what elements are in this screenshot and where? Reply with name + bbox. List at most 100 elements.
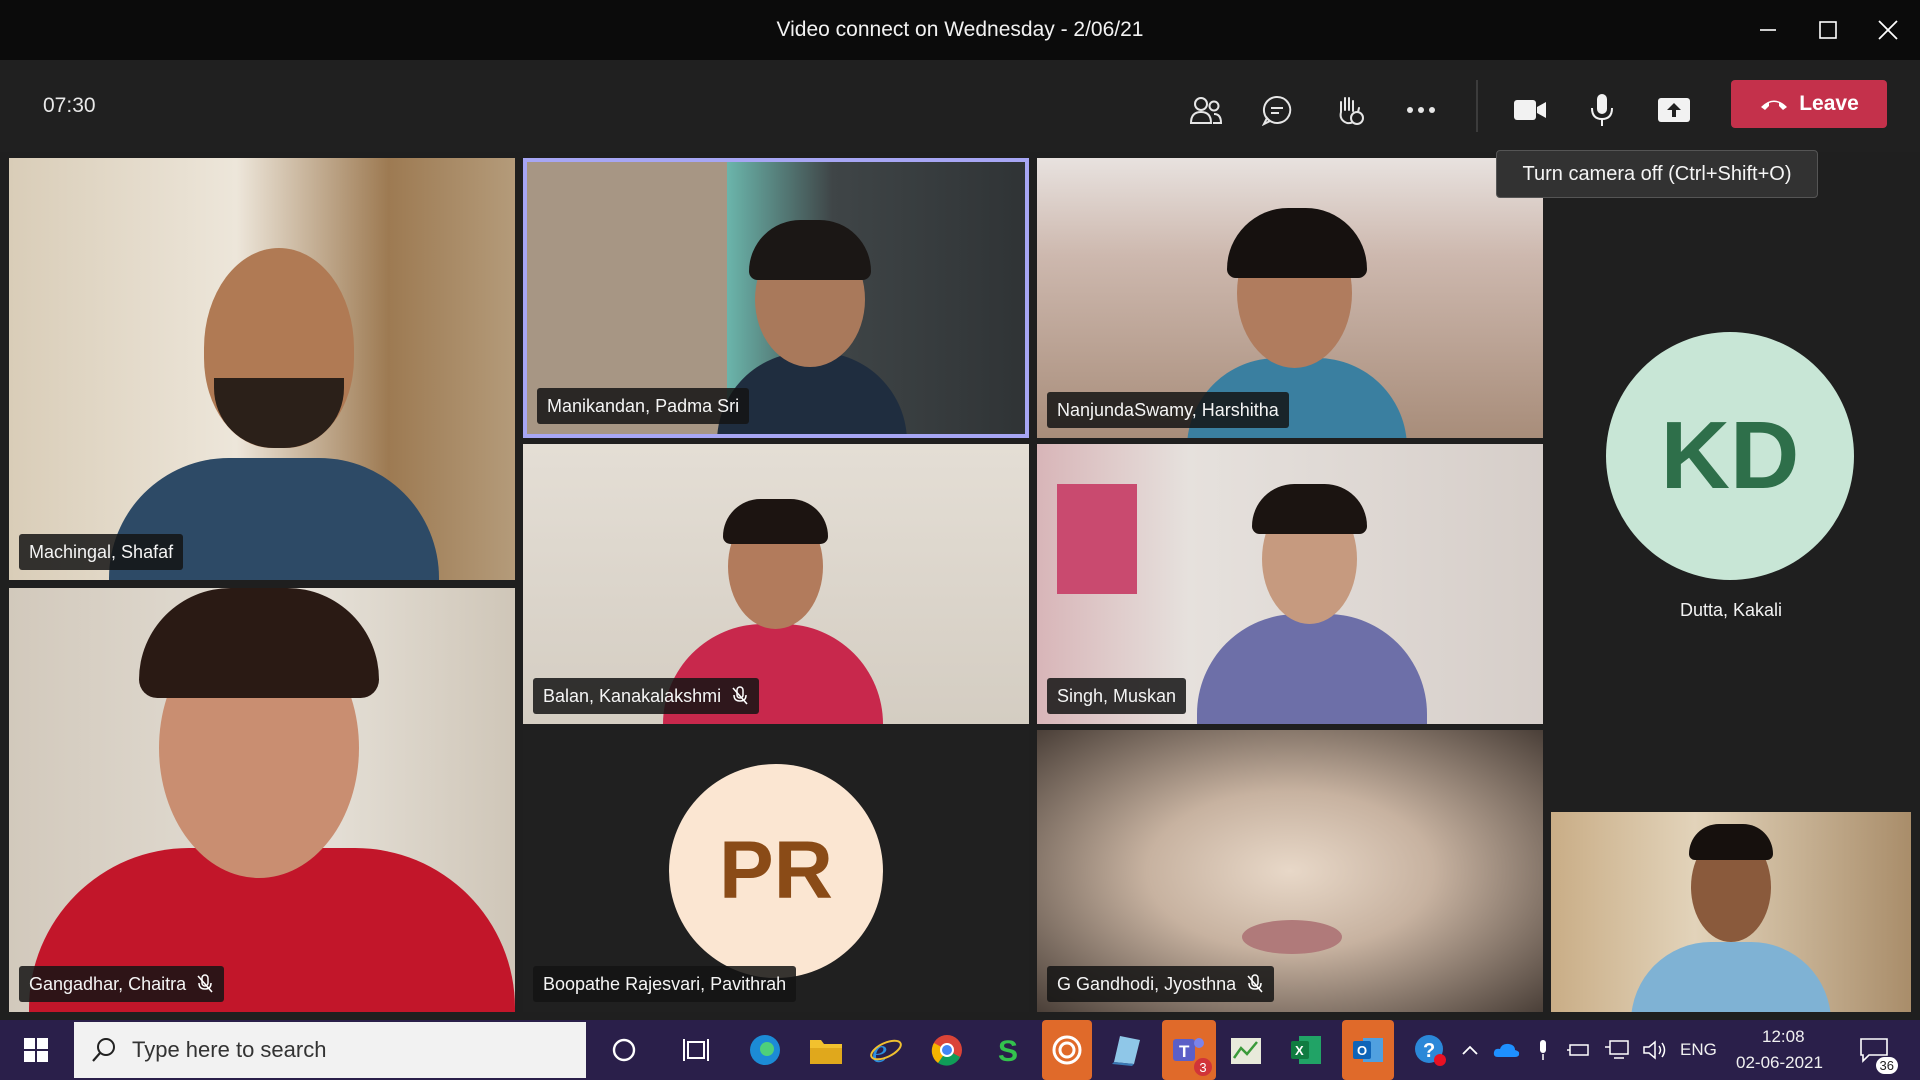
- camera-button[interactable]: [1502, 82, 1558, 138]
- video-wall-shelf: [1057, 484, 1137, 594]
- book-icon: [1112, 1036, 1140, 1066]
- participant-name: Gangadhar, Chaitra: [29, 973, 187, 994]
- taskbar-teams[interactable]: T 3: [1162, 1020, 1216, 1080]
- participant-tile-avatar[interactable]: PR Boopathe Rajesvari, Pavithrah: [523, 730, 1029, 1012]
- participant-tile[interactable]: NanjundaSwamy, Harshitha: [1037, 158, 1543, 438]
- taskbar-app-s[interactable]: S: [987, 1030, 1027, 1070]
- share-screen-button[interactable]: [1646, 82, 1702, 138]
- green-s-app-icon: S: [998, 1035, 1018, 1067]
- taskbar-search-box[interactable]: Type here to search: [74, 1022, 586, 1078]
- cortana-icon: [612, 1038, 636, 1062]
- start-button[interactable]: [16, 1030, 56, 1070]
- svg-text:?: ?: [1423, 1040, 1435, 1062]
- reactions-button[interactable]: [1321, 82, 1377, 138]
- close-button[interactable]: [1858, 0, 1918, 60]
- tray-mic[interactable]: [1528, 1030, 1558, 1070]
- participant-tile[interactable]: Machingal, Shafaf: [9, 158, 515, 580]
- onedrive-cloud-icon: [1493, 1043, 1520, 1057]
- participant-name-tag: Machingal, Shafaf: [19, 534, 184, 570]
- taskbar-internet-explorer[interactable]: e: [866, 1030, 906, 1070]
- chrome-icon: [931, 1035, 962, 1066]
- help-icon: ?: [1415, 1035, 1446, 1066]
- microphone-icon: [1591, 94, 1613, 126]
- svg-text:O: O: [1357, 1043, 1367, 1058]
- taskbar-outlook[interactable]: O: [1342, 1020, 1394, 1080]
- tray-volume[interactable]: [1638, 1030, 1672, 1070]
- participant-tile[interactable]: Balan, Kanakalakshmi: [523, 444, 1029, 724]
- taskbar: Type here to search e S T 3 X O ? ENG 12…: [0, 1020, 1920, 1080]
- taskbar-app-book[interactable]: [1106, 1030, 1146, 1070]
- avatar-initials: PR: [719, 825, 833, 916]
- clock-time[interactable]: 12:08: [1762, 1027, 1805, 1047]
- camera-icon: [1514, 100, 1546, 120]
- raise-hand-icon: [1339, 97, 1364, 125]
- show-hidden-icons-button[interactable]: [1456, 1030, 1484, 1070]
- participant-name: G Gandhodi, Jyosthna: [1057, 973, 1237, 994]
- leave-button[interactable]: Leave: [1731, 80, 1887, 128]
- video-person-hair: [1252, 484, 1367, 534]
- taskbar-help[interactable]: ?: [1410, 1030, 1450, 1070]
- language-indicator[interactable]: ENG: [1680, 1040, 1717, 1060]
- onedrive-tray[interactable]: [1488, 1030, 1524, 1070]
- video-person-hair: [723, 499, 828, 544]
- excel-icon: X: [1291, 1036, 1321, 1064]
- participant-name-tag: Singh, Muskan: [1047, 678, 1187, 714]
- participant-name: Boopathe Rajesvari, Pavithrah: [543, 973, 787, 994]
- chat-button[interactable]: [1249, 82, 1305, 138]
- taskbar-chrome[interactable]: [927, 1030, 967, 1070]
- participant-name: Singh, Muskan: [1057, 685, 1177, 706]
- maximize-icon: [1819, 21, 1837, 39]
- participant-tile[interactable]: G Gandhodi, Jyosthna: [1037, 730, 1543, 1012]
- speaker-icon: [1643, 1040, 1666, 1060]
- taskbar-excel[interactable]: X: [1286, 1030, 1326, 1070]
- taskbar-edge[interactable]: [745, 1030, 785, 1070]
- battery-plug-icon: [1567, 1044, 1589, 1056]
- participant-name: Dutta, Kakali: [1679, 600, 1783, 620]
- search-placeholder: Type here to search: [132, 1037, 327, 1062]
- microphone-button[interactable]: [1574, 82, 1630, 138]
- taskbar-notepad-chart[interactable]: [1226, 1030, 1266, 1070]
- windows-icon: [24, 1038, 48, 1062]
- leave-label: Leave: [1799, 92, 1859, 115]
- title-bar: Video connect on Wednesday - 2/06/21: [0, 0, 1920, 60]
- hang-up-icon: [1761, 100, 1788, 110]
- camera-tooltip: Turn camera off (Ctrl+Shift+O): [1496, 150, 1818, 198]
- participant-tile-active[interactable]: Manikandan, Padma Sri: [523, 158, 1029, 438]
- teams-badge: 3: [1194, 1058, 1212, 1076]
- participant-tile[interactable]: Gangadhar, Chaitra: [9, 588, 515, 1012]
- video-person-hair: [1689, 824, 1773, 860]
- clock-date[interactable]: 02-06-2021: [1736, 1053, 1823, 1073]
- maximize-button[interactable]: [1798, 0, 1858, 60]
- participant-name-tag: G Gandhodi, Jyosthna: [1047, 966, 1275, 1002]
- taskbar-file-explorer[interactable]: [806, 1030, 846, 1070]
- tray-battery[interactable]: [1562, 1030, 1596, 1070]
- muted-mic-icon: [732, 686, 748, 705]
- notifications-button[interactable]: 36: [1852, 1030, 1898, 1074]
- internet-explorer-icon: e: [870, 1033, 902, 1067]
- outlook-icon: O: [1353, 1038, 1383, 1062]
- taskbar-app-active[interactable]: [1042, 1020, 1092, 1080]
- more-actions-button[interactable]: [1393, 82, 1449, 138]
- participant-name-tag: Manikandan, Padma Sri: [537, 388, 750, 424]
- minimize-icon: [1760, 29, 1776, 31]
- participants-button[interactable]: [1178, 82, 1234, 138]
- self-view-video[interactable]: [1551, 812, 1911, 1012]
- network-icon: [1605, 1040, 1629, 1059]
- participant-name-tag: NanjundaSwamy, Harshitha: [1047, 392, 1289, 428]
- svg-text:X: X: [1295, 1043, 1304, 1058]
- minimize-button[interactable]: [1738, 0, 1798, 60]
- chat-icon: [1261, 95, 1292, 126]
- task-view-icon: [683, 1039, 709, 1061]
- participant-name: NanjundaSwamy, Harshitha: [1057, 399, 1279, 420]
- task-view-button[interactable]: [676, 1030, 716, 1070]
- participant-name: Manikandan, Padma Sri: [547, 395, 740, 416]
- tray-network[interactable]: [1600, 1030, 1634, 1070]
- participant-name: Balan, Kanakalakshmi: [543, 685, 722, 706]
- cortana-button[interactable]: [604, 1030, 644, 1070]
- participant-tile[interactable]: Singh, Muskan: [1037, 444, 1543, 724]
- muted-mic-icon: [1247, 974, 1263, 993]
- more-icon: [1407, 107, 1435, 113]
- participant-tile-avatar[interactable]: KD Dutta, Kakali: [1551, 158, 1911, 808]
- notification-count: 36: [1875, 1057, 1898, 1074]
- folder-icon: [810, 1040, 842, 1064]
